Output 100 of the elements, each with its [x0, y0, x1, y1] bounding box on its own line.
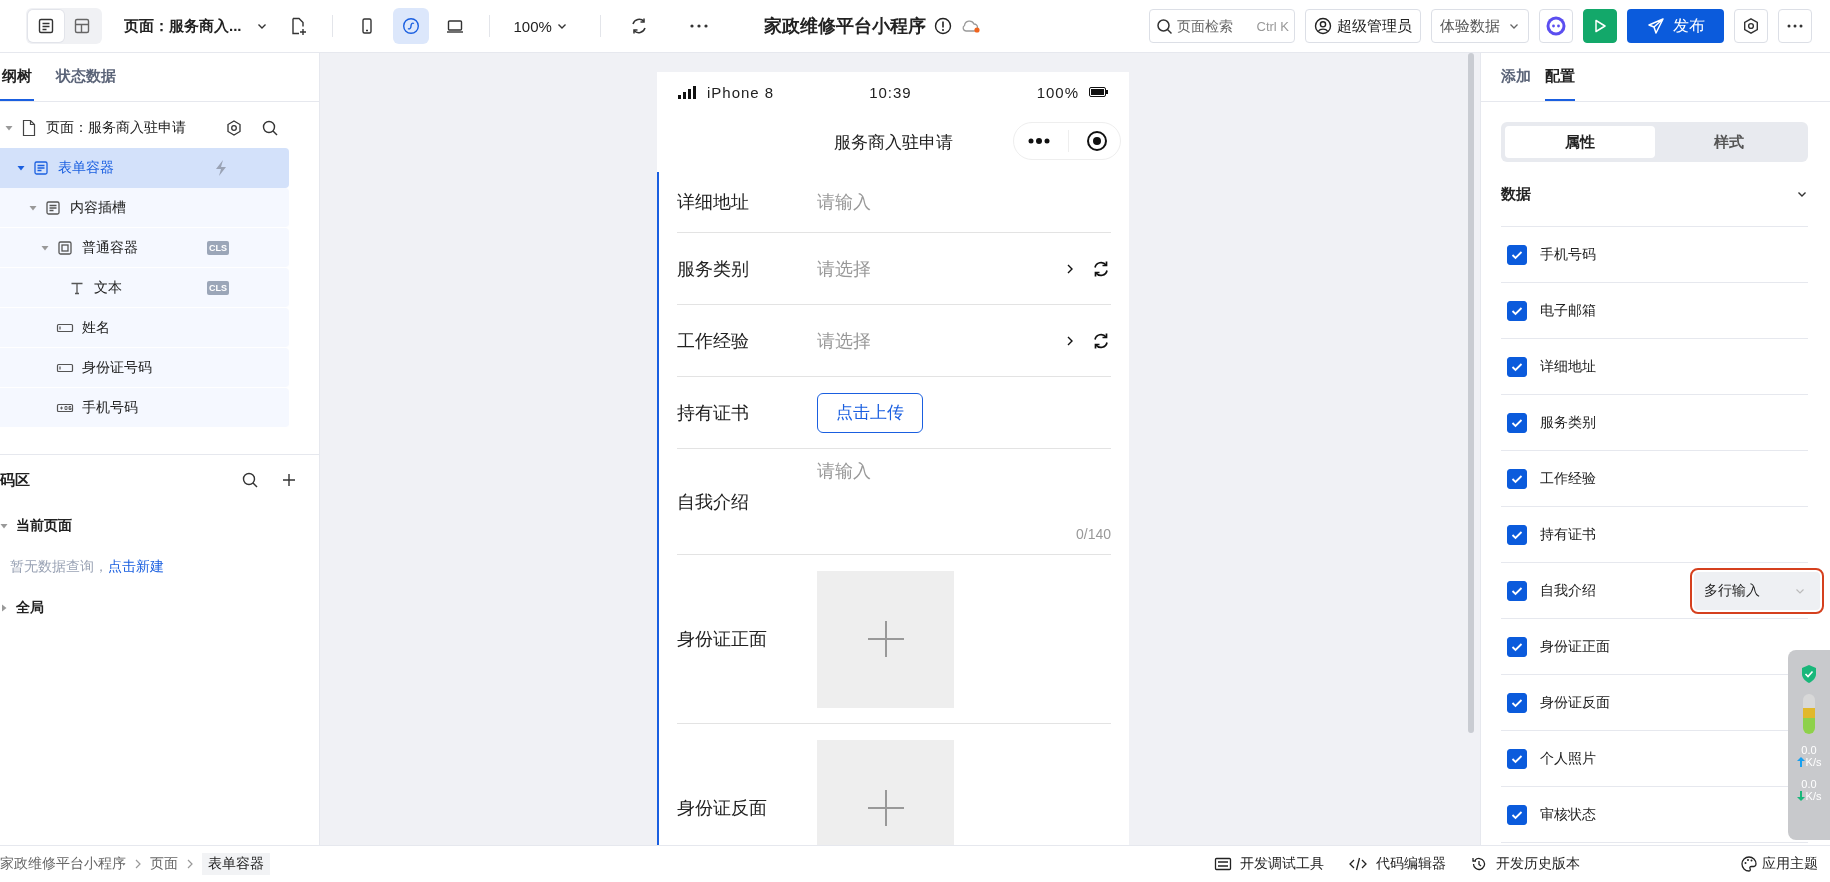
field-name: 身份证反面	[1540, 693, 1610, 712]
checkbox[interactable]	[1507, 300, 1527, 321]
zoom-selector[interactable]: 100%	[513, 17, 568, 35]
breadcrumb-item[interactable]: 页面	[150, 855, 178, 873]
signal-icon	[677, 85, 697, 99]
upload-button[interactable]: 点击上传	[817, 392, 923, 433]
code-section-header[interactable]: 当前页面	[0, 505, 140, 547]
form-icon	[33, 160, 49, 176]
tool-button[interactable]: 开发历史版本	[1470, 855, 1580, 873]
user-icon	[1314, 17, 1332, 35]
tree-item[interactable]: 身份证号码	[0, 348, 289, 388]
more-icon	[1786, 23, 1804, 29]
code-section-header[interactable]: 全局	[0, 587, 140, 629]
field-name: 持有证书	[1540, 525, 1596, 544]
battery-icon	[1089, 87, 1109, 97]
tree-item[interactable]: 文本 CLS	[0, 268, 289, 308]
panel-tab[interactable]: 纲树	[0, 53, 34, 101]
caret-icon[interactable]	[41, 243, 49, 252]
assistant-button[interactable]	[1539, 9, 1573, 43]
container-icon	[57, 239, 73, 256]
plus-icon	[865, 619, 906, 659]
tree-item[interactable]: 表单容器	[0, 148, 289, 188]
segment-tab[interactable]: 属性	[1505, 126, 1655, 158]
character-counter: 0/140	[1075, 526, 1111, 542]
palette-icon	[1740, 855, 1758, 873]
field-label: 详细地址	[677, 191, 750, 214]
tree-item[interactable]: 手机号码	[0, 388, 289, 428]
data-mode-dropdown[interactable]: 体验数据	[1431, 9, 1529, 43]
history-icon	[1470, 855, 1488, 873]
tree-item[interactable]: 内容插槽	[0, 188, 289, 228]
field-label: 身份证正面	[677, 628, 768, 651]
field-name: 审核状态	[1540, 805, 1596, 824]
settings-icon	[1742, 17, 1760, 35]
tree-label: 姓名	[82, 318, 111, 337]
caret-icon[interactable]	[5, 124, 13, 132]
form-icon	[45, 199, 61, 216]
paper-plane-icon	[1646, 17, 1665, 35]
play-icon	[1592, 18, 1608, 34]
scrollbar[interactable]	[1468, 53, 1474, 733]
theme-button[interactable]: 应用主题	[1610, 855, 1830, 873]
list-icon	[37, 17, 55, 35]
battery-level: 100%	[1036, 83, 1079, 101]
tool-button[interactable]: 开发调试工具	[1214, 855, 1324, 873]
section-title: 数据	[1501, 184, 1531, 204]
field-label: 自我介绍	[677, 490, 750, 514]
document-icon	[21, 119, 37, 137]
checkbox[interactable]	[1507, 748, 1527, 769]
field-label: 身份证反面	[677, 797, 768, 820]
field-label: 服务类别	[677, 257, 750, 281]
more-icon	[688, 23, 709, 29]
class-tag: CLS	[207, 280, 229, 295]
field-name: 服务类别	[1540, 413, 1596, 432]
outline-view-button[interactable]	[28, 10, 64, 42]
create-link[interactable]: 点击新建	[108, 558, 164, 576]
user-button[interactable]: 超级管理员	[1305, 9, 1421, 43]
shortcut-hint: Ctrl K	[1256, 19, 1289, 34]
gauge-icon	[1803, 694, 1815, 734]
checkbox[interactable]	[1507, 804, 1527, 825]
info-icon[interactable]	[933, 17, 952, 35]
chevron-right-icon	[134, 858, 142, 870]
more-icon[interactable]	[1026, 137, 1051, 145]
panel-tab[interactable]: 添加	[1501, 53, 1531, 101]
caret-icon[interactable]	[17, 164, 25, 172]
field-name: 电子邮箱	[1540, 301, 1596, 320]
checkbox[interactable]	[1507, 468, 1527, 489]
search-icon[interactable]	[241, 471, 259, 489]
search-icon[interactable]	[261, 119, 279, 137]
checkbox[interactable]	[1507, 412, 1527, 433]
app-title: 家政维修平台小程序	[763, 15, 926, 38]
tree-label: 手机号码	[82, 398, 139, 417]
publish-button[interactable]: 发布	[1627, 9, 1724, 43]
up-arrow-icon	[1796, 757, 1805, 767]
mini-program-icon[interactable]	[392, 8, 429, 44]
checkbox[interactable]	[1507, 356, 1527, 377]
close-target-icon[interactable]	[1085, 130, 1108, 152]
settings-button[interactable]	[1734, 9, 1768, 43]
breadcrumb-item[interactable]: 家政维修平台小程序	[0, 855, 126, 873]
panel-tab[interactable]: 配置	[1545, 53, 1575, 101]
checkbox[interactable]	[1507, 692, 1527, 713]
add-icon[interactable]	[281, 472, 297, 488]
breadcrumb-item[interactable]: 表单容器	[202, 853, 270, 875]
checkbox[interactable]	[1507, 244, 1527, 265]
tool-button[interactable]: 代码编辑器	[1348, 855, 1446, 873]
carrier-name: iPhone 8	[707, 83, 775, 101]
caret-icon[interactable]	[29, 203, 37, 212]
segment-tab[interactable]: 样式	[1654, 126, 1804, 158]
tree-item[interactable]: 姓名	[0, 308, 289, 348]
tree-item[interactable]: 页面：服务商入驻申请	[0, 108, 289, 148]
section-label: 当前页面	[16, 517, 72, 535]
settings-icon[interactable]	[225, 119, 243, 137]
tree-item[interactable]: 普通容器 CLS	[0, 228, 289, 268]
page-selector[interactable]: 页面：服务商入...	[124, 10, 268, 42]
checkbox[interactable]	[1507, 580, 1527, 601]
checkbox[interactable]	[1507, 636, 1527, 657]
run-button[interactable]	[1583, 9, 1617, 43]
checkbox[interactable]	[1507, 524, 1527, 545]
section-header[interactable]: 数据	[1501, 162, 1808, 227]
page-title: 服务商入驻申请	[833, 131, 953, 154]
panel-tab[interactable]: 状态数据	[54, 53, 118, 101]
tree-label: 表单容器	[58, 159, 115, 177]
